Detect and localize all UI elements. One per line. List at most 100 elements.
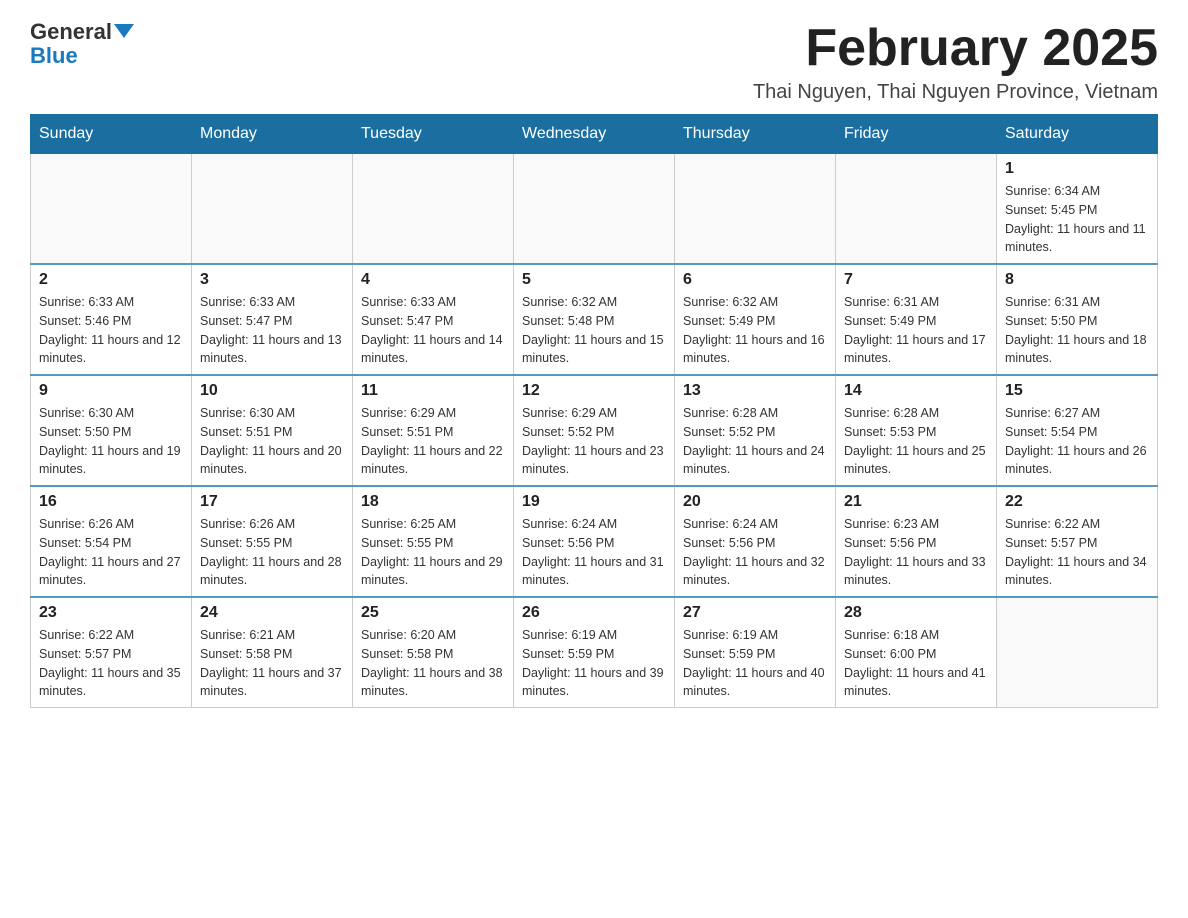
calendar-week-row: 9 Sunrise: 6:30 AMSunset: 5:50 PMDaylight…	[31, 375, 1158, 486]
day-info: Sunrise: 6:31 AMSunset: 5:49 PMDaylight:…	[844, 293, 988, 368]
logo: GeneralBlue	[30, 20, 134, 68]
title-area: February 2025 Thai Nguyen, Thai Nguyen P…	[753, 20, 1158, 104]
day-info: Sunrise: 6:24 AMSunset: 5:56 PMDaylight:…	[522, 515, 666, 590]
table-row: 2 Sunrise: 6:33 AMSunset: 5:46 PMDaylight…	[31, 264, 192, 375]
calendar-header-row: Sunday Monday Tuesday Wednesday Thursday…	[31, 115, 1158, 154]
page-header: GeneralBlue February 2025 Thai Nguyen, T…	[30, 20, 1158, 104]
table-row	[836, 154, 997, 265]
day-number: 25	[361, 604, 505, 622]
day-info: Sunrise: 6:26 AMSunset: 5:54 PMDaylight:…	[39, 515, 183, 590]
day-number: 28	[844, 604, 988, 622]
header-wednesday: Wednesday	[514, 115, 675, 154]
table-row	[31, 154, 192, 265]
table-row	[997, 597, 1158, 708]
table-row: 6 Sunrise: 6:32 AMSunset: 5:49 PMDaylight…	[675, 264, 836, 375]
table-row: 13 Sunrise: 6:28 AMSunset: 5:52 PMDayligh…	[675, 375, 836, 486]
day-info: Sunrise: 6:18 AMSunset: 6:00 PMDaylight:…	[844, 626, 988, 701]
table-row: 20 Sunrise: 6:24 AMSunset: 5:56 PMDayligh…	[675, 486, 836, 597]
day-number: 10	[200, 382, 344, 400]
table-row: 27Sunrise: 6:19 AMSunset: 5:59 PMDayligh…	[675, 597, 836, 708]
day-number: 20	[683, 493, 827, 511]
day-number: 17	[200, 493, 344, 511]
table-row: 18 Sunrise: 6:25 AMSunset: 5:55 PMDayligh…	[353, 486, 514, 597]
table-row: 1 Sunrise: 6:34 AMSunset: 5:45 PMDaylight…	[997, 154, 1158, 265]
day-number: 26	[522, 604, 666, 622]
day-number: 12	[522, 382, 666, 400]
day-number: 22	[1005, 493, 1149, 511]
day-info: Sunrise: 6:25 AMSunset: 5:55 PMDaylight:…	[361, 515, 505, 590]
table-row: 3 Sunrise: 6:33 AMSunset: 5:47 PMDaylight…	[192, 264, 353, 375]
day-number: 7	[844, 271, 988, 289]
header-thursday: Thursday	[675, 115, 836, 154]
table-row: 14Sunrise: 6:28 AMSunset: 5:53 PMDayligh…	[836, 375, 997, 486]
table-row	[192, 154, 353, 265]
table-row: 17 Sunrise: 6:26 AMSunset: 5:55 PMDayligh…	[192, 486, 353, 597]
day-number: 18	[361, 493, 505, 511]
calendar-title: February 2025	[753, 20, 1158, 77]
day-info: Sunrise: 6:22 AMSunset: 5:57 PMDaylight:…	[1005, 515, 1149, 590]
header-tuesday: Tuesday	[353, 115, 514, 154]
header-friday: Friday	[836, 115, 997, 154]
day-info: Sunrise: 6:29 AMSunset: 5:51 PMDaylight:…	[361, 404, 505, 479]
day-number: 23	[39, 604, 183, 622]
table-row: 19 Sunrise: 6:24 AMSunset: 5:56 PMDayligh…	[514, 486, 675, 597]
table-row	[675, 154, 836, 265]
day-info: Sunrise: 6:28 AMSunset: 5:53 PMDaylight:…	[844, 404, 988, 479]
day-info: Sunrise: 6:32 AMSunset: 5:49 PMDaylight:…	[683, 293, 827, 368]
day-info: Sunrise: 6:32 AMSunset: 5:48 PMDaylight:…	[522, 293, 666, 368]
day-info: Sunrise: 6:33 AMSunset: 5:47 PMDaylight:…	[361, 293, 505, 368]
table-row: 23 Sunrise: 6:22 AMSunset: 5:57 PMDayligh…	[31, 597, 192, 708]
table-row: 28 Sunrise: 6:18 AMSunset: 6:00 PMDayligh…	[836, 597, 997, 708]
day-number: 9	[39, 382, 183, 400]
day-info: Sunrise: 6:33 AMSunset: 5:46 PMDaylight:…	[39, 293, 183, 368]
table-row: 22 Sunrise: 6:22 AMSunset: 5:57 PMDayligh…	[997, 486, 1158, 597]
logo-text: GeneralBlue	[30, 20, 134, 68]
header-monday: Monday	[192, 115, 353, 154]
calendar-week-row: 23 Sunrise: 6:22 AMSunset: 5:57 PMDayligh…	[31, 597, 1158, 708]
day-info: Sunrise: 6:19 AMSunset: 5:59 PMDaylight:…	[683, 626, 827, 701]
table-row: 15 Sunrise: 6:27 AMSunset: 5:54 PMDayligh…	[997, 375, 1158, 486]
calendar-subtitle: Thai Nguyen, Thai Nguyen Province, Vietn…	[753, 81, 1158, 104]
table-row: 4 Sunrise: 6:33 AMSunset: 5:47 PMDaylight…	[353, 264, 514, 375]
day-number: 8	[1005, 271, 1149, 289]
day-info: Sunrise: 6:33 AMSunset: 5:47 PMDaylight:…	[200, 293, 344, 368]
day-number: 19	[522, 493, 666, 511]
logo-blue-text: Blue	[30, 43, 78, 68]
day-info: Sunrise: 6:27 AMSunset: 5:54 PMDaylight:…	[1005, 404, 1149, 479]
day-number: 1	[1005, 160, 1149, 178]
table-row: 8 Sunrise: 6:31 AMSunset: 5:50 PMDaylight…	[997, 264, 1158, 375]
day-number: 24	[200, 604, 344, 622]
table-row: 12 Sunrise: 6:29 AMSunset: 5:52 PMDayligh…	[514, 375, 675, 486]
day-info: Sunrise: 6:31 AMSunset: 5:50 PMDaylight:…	[1005, 293, 1149, 368]
day-number: 15	[1005, 382, 1149, 400]
table-row: 25Sunrise: 6:20 AMSunset: 5:58 PMDayligh…	[353, 597, 514, 708]
day-info: Sunrise: 6:23 AMSunset: 5:56 PMDaylight:…	[844, 515, 988, 590]
day-info: Sunrise: 6:34 AMSunset: 5:45 PMDaylight:…	[1005, 182, 1149, 257]
day-info: Sunrise: 6:30 AMSunset: 5:50 PMDaylight:…	[39, 404, 183, 479]
table-row	[353, 154, 514, 265]
day-number: 3	[200, 271, 344, 289]
table-row: 24Sunrise: 6:21 AMSunset: 5:58 PMDayligh…	[192, 597, 353, 708]
day-number: 4	[361, 271, 505, 289]
calendar-week-row: 1 Sunrise: 6:34 AMSunset: 5:45 PMDaylight…	[31, 154, 1158, 265]
table-row: 26Sunrise: 6:19 AMSunset: 5:59 PMDayligh…	[514, 597, 675, 708]
calendar-table: Sunday Monday Tuesday Wednesday Thursday…	[30, 114, 1158, 708]
day-info: Sunrise: 6:29 AMSunset: 5:52 PMDaylight:…	[522, 404, 666, 479]
day-info: Sunrise: 6:28 AMSunset: 5:52 PMDaylight:…	[683, 404, 827, 479]
day-number: 2	[39, 271, 183, 289]
day-info: Sunrise: 6:26 AMSunset: 5:55 PMDaylight:…	[200, 515, 344, 590]
table-row: 11 Sunrise: 6:29 AMSunset: 5:51 PMDayligh…	[353, 375, 514, 486]
logo-triangle-icon	[114, 24, 134, 38]
table-row: 9 Sunrise: 6:30 AMSunset: 5:50 PMDaylight…	[31, 375, 192, 486]
calendar-week-row: 16Sunrise: 6:26 AMSunset: 5:54 PMDayligh…	[31, 486, 1158, 597]
table-row: 21 Sunrise: 6:23 AMSunset: 5:56 PMDayligh…	[836, 486, 997, 597]
day-info: Sunrise: 6:22 AMSunset: 5:57 PMDaylight:…	[39, 626, 183, 701]
table-row: 10 Sunrise: 6:30 AMSunset: 5:51 PMDayligh…	[192, 375, 353, 486]
calendar-week-row: 2 Sunrise: 6:33 AMSunset: 5:46 PMDaylight…	[31, 264, 1158, 375]
day-number: 21	[844, 493, 988, 511]
day-info: Sunrise: 6:30 AMSunset: 5:51 PMDaylight:…	[200, 404, 344, 479]
day-number: 6	[683, 271, 827, 289]
day-number: 13	[683, 382, 827, 400]
day-number: 11	[361, 382, 505, 400]
day-info: Sunrise: 6:24 AMSunset: 5:56 PMDaylight:…	[683, 515, 827, 590]
